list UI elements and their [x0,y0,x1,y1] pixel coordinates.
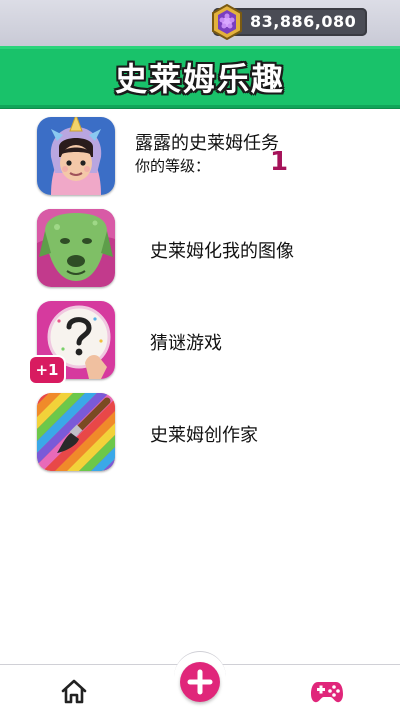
top-bar: 83,886,080 [0,0,400,46]
menu-item-slime-quest[interactable]: 露露的史莱姆任务 你的等级： 1 [0,117,400,201]
menu-item-slime-my-image[interactable]: 史莱姆化我的图像 [0,209,400,293]
level-value: 1 [270,147,289,177]
level-label: 你的等级： [135,157,211,175]
gamepad-icon[interactable] [310,678,344,704]
home-icon[interactable] [60,678,88,704]
menu-item-label: 猜谜游戏 [150,333,222,354]
add-button[interactable] [180,662,220,702]
title-banner: 史莱姆乐趣 [0,46,400,109]
menu-item-label: 史莱姆化我的图像 [150,241,294,262]
menu-item-label: 露露的史莱姆任务 [135,133,279,154]
page-title: 史莱姆乐趣 [114,60,285,98]
rainbow-paintbrush-icon [37,393,115,471]
menu-item-slime-creator[interactable]: 史莱姆创作家 [0,393,400,477]
menu-item-label: 史莱姆创作家 [150,425,258,446]
plus-one-badge: +1 [30,357,64,383]
plus-icon [187,669,213,695]
gem-coin-icon [212,4,242,40]
coin-balance-value: 83,886,080 [250,12,357,31]
slimed-dog-photo-icon [37,209,115,287]
unicorn-girl-avatar-icon [37,117,115,195]
menu-item-guessing-game[interactable]: +1 猜谜游戏 [0,301,400,385]
